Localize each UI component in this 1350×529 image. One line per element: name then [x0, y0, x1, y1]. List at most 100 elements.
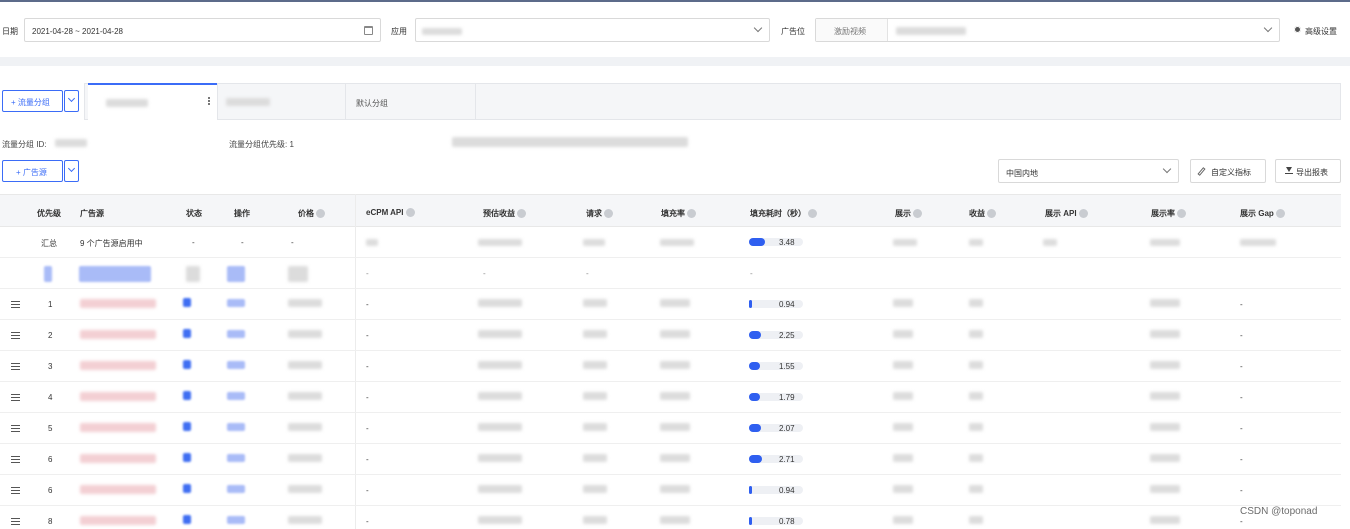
- priority-value: 5: [48, 424, 53, 433]
- drag-handle-icon[interactable]: [11, 425, 20, 426]
- impression-gap-value: -: [1240, 362, 1243, 371]
- action-links[interactable]: [227, 299, 245, 307]
- drag-handle-icon[interactable]: [11, 456, 20, 457]
- impression-gap-value: -: [1240, 300, 1243, 309]
- placement-type-segment[interactable]: 激励视频: [816, 19, 888, 41]
- app-select[interactable]: [415, 18, 770, 42]
- gear-icon[interactable]: [1294, 26, 1301, 33]
- help-icon: [405, 208, 415, 217]
- redacted: [893, 485, 913, 493]
- impression-gap-value: -: [1240, 517, 1243, 526]
- fill-time-bar: 0.94: [749, 300, 803, 309]
- tab-active-group[interactable]: [88, 83, 217, 120]
- status-toggle[interactable]: [183, 298, 191, 307]
- region-select[interactable]: 中国内地: [998, 159, 1179, 183]
- ecpm-api-value: -: [366, 424, 369, 433]
- tab-default-group[interactable]: 默认分组: [356, 98, 388, 109]
- date-range-picker[interactable]: 2021-04-28 ~ 2021-04-28: [24, 18, 381, 42]
- redacted: [893, 361, 913, 369]
- help-icon: [604, 209, 613, 218]
- status-toggle[interactable]: [183, 391, 191, 400]
- status-toggle[interactable]: [183, 360, 191, 369]
- ecpm-api-value: -: [366, 486, 369, 495]
- action-links[interactable]: [227, 330, 245, 338]
- drag-handle-icon[interactable]: [11, 363, 20, 364]
- redacted: [893, 392, 913, 400]
- fill-time-bar: 1.55: [749, 362, 803, 371]
- help-icon: [808, 209, 817, 218]
- redacted: [660, 516, 690, 524]
- cell-dash: -: [483, 269, 486, 278]
- date-label: 日期: [2, 27, 18, 36]
- drag-handle-icon[interactable]: [11, 487, 20, 488]
- col-fill-time: 填充耗时（秒）: [750, 208, 817, 219]
- redacted: [969, 454, 983, 462]
- add-traffic-group-dropdown[interactable]: [64, 90, 79, 112]
- add-ad-source-button[interactable]: + 广告源: [2, 160, 63, 182]
- redacted: [583, 485, 607, 493]
- drag-handle-icon[interactable]: [11, 394, 20, 395]
- group-id-redacted: [55, 139, 87, 147]
- status-toggle[interactable]: [183, 329, 191, 338]
- cell-dash: -: [366, 269, 369, 278]
- redacted: [969, 239, 983, 246]
- status-toggle[interactable]: [183, 422, 191, 431]
- redacted: [893, 239, 917, 246]
- redacted: [969, 361, 983, 369]
- chevron-down-icon: [1263, 23, 1273, 33]
- add-ad-source-dropdown[interactable]: [64, 160, 79, 182]
- redacted: [366, 239, 378, 246]
- help-icon: [987, 209, 996, 218]
- placement-select[interactable]: 激励视频: [815, 18, 1280, 42]
- table-row: 5 - 2.07 -: [0, 413, 1341, 444]
- ad-source-redacted: [80, 423, 156, 432]
- tab-second-redacted[interactable]: [226, 98, 270, 106]
- col-requests: 请求: [586, 208, 613, 219]
- ecpm-api-value: -: [366, 331, 369, 340]
- fill-time-bar-fill: [749, 362, 760, 370]
- add-traffic-group-button[interactable]: + 流量分组: [2, 90, 63, 112]
- summary-price: -: [291, 238, 294, 247]
- help-icon: [1275, 209, 1285, 218]
- fill-time-value: 2.07: [779, 424, 795, 433]
- redacted: [583, 299, 607, 307]
- advanced-settings-link[interactable]: 高级设置: [1305, 26, 1337, 37]
- fill-time-value: 0.78: [779, 517, 795, 526]
- action-links[interactable]: [227, 423, 245, 431]
- more-options-icon[interactable]: [208, 97, 210, 99]
- drag-handle-icon[interactable]: [11, 332, 20, 333]
- drag-handle-icon[interactable]: [11, 518, 20, 519]
- cell-dash: -: [750, 269, 753, 278]
- fill-time-bar: 2.71: [749, 455, 803, 464]
- col-status: 状态: [186, 209, 202, 218]
- action-links[interactable]: [227, 361, 245, 369]
- col-price: 价格: [298, 208, 325, 219]
- export-report-button[interactable]: 导出报表: [1275, 159, 1341, 183]
- redacted: [44, 266, 52, 282]
- priority-value: 8: [48, 517, 53, 526]
- table-row: 6 - 2.71 -: [0, 444, 1341, 475]
- action-links[interactable]: [227, 516, 245, 524]
- impression-gap-value: -: [1240, 486, 1243, 495]
- col-priority: 优先级: [37, 209, 61, 218]
- drag-handle-icon[interactable]: [11, 301, 20, 302]
- status-toggle[interactable]: [183, 453, 191, 462]
- impression-gap-value: -: [1240, 393, 1243, 402]
- action-links[interactable]: [227, 454, 245, 462]
- help-icon: [517, 209, 526, 218]
- fill-time-value: 2.25: [779, 331, 795, 340]
- status-toggle[interactable]: [183, 484, 191, 493]
- action-links[interactable]: [227, 485, 245, 493]
- price-redacted: [288, 516, 322, 524]
- tab-divider: [217, 83, 218, 120]
- fill-time-bar: 0.78: [749, 517, 803, 526]
- action-links[interactable]: [227, 392, 245, 400]
- priority-value: 4: [48, 393, 53, 402]
- fill-time-value: 3.48: [779, 238, 795, 247]
- status-toggle[interactable]: [183, 515, 191, 524]
- traffic-group-tabs: [84, 83, 1341, 120]
- custom-metrics-button[interactable]: 自定义指标: [1190, 159, 1266, 183]
- fill-time-bar-fill: [749, 331, 761, 339]
- redacted: [660, 299, 690, 307]
- col-action: 操作: [234, 209, 250, 218]
